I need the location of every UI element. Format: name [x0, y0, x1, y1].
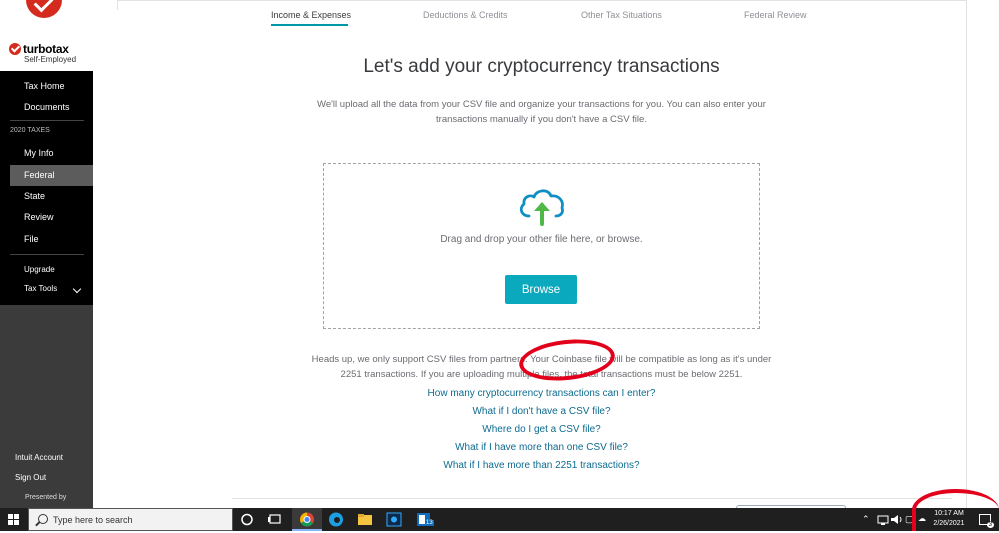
intro-text: We'll upload all the data from your CSV … [317, 99, 766, 125]
faq-link[interactable]: How many cryptocurrency transactions can… [300, 388, 783, 399]
tab-federal-review[interactable]: Federal Review [744, 10, 807, 20]
brand-name: turbotax [23, 42, 69, 56]
dropzone-instructions: Drag and drop your other file here, or b… [440, 234, 643, 245]
faq-link[interactable]: What if I have more than 2251 transactio… [300, 460, 783, 471]
tab-income-expenses[interactable]: Income & Expenses [271, 10, 351, 20]
sidebar-footer: Intuit Account Sign Out Presented by [0, 305, 93, 508]
tab-other-tax-situations[interactable]: Other Tax Situations [581, 10, 662, 20]
volume-icon[interactable] [888, 511, 906, 528]
chevron-down-icon[interactable] [72, 284, 82, 294]
turbotax-app: turbotax Self-Employed Tax Home Document… [0, 0, 999, 509]
search-input[interactable]: Type here to search [53, 515, 133, 525]
chrome-icon [300, 512, 314, 527]
windows-start-icon[interactable] [8, 514, 19, 525]
tab-deductions-credits[interactable]: Deductions & Credits [423, 10, 508, 20]
footer-divider [232, 498, 952, 499]
photoshop-icon[interactable] [385, 511, 403, 528]
sidebar-item-file[interactable]: File [0, 229, 93, 250]
intuit-account-link[interactable]: Intuit Account [15, 453, 63, 462]
main-border-left [117, 0, 118, 10]
faq-link[interactable]: What if I have more than one CSV file? [300, 442, 783, 453]
sidebar-item-state[interactable]: State [0, 186, 93, 207]
logo-area: turbotax Self-Employed [0, 0, 93, 71]
outlook-taskbar-item[interactable]: 13 [414, 511, 436, 528]
chevron-up-icon[interactable]: ⌃ [862, 514, 870, 524]
sidebar-item-federal[interactable]: Federal [10, 165, 93, 186]
main-border-top [118, 0, 967, 1]
cloud-upload-icon [519, 189, 564, 226]
sidebar: turbotax Self-Employed Tax Home Document… [0, 0, 93, 508]
faq-link[interactable]: Where do I get a CSV file? [300, 424, 783, 435]
file-explorer-icon[interactable] [356, 511, 374, 528]
sidebar-item-documents[interactable]: Documents [0, 97, 93, 118]
brand-edition: Self-Employed [24, 55, 77, 64]
main-border-right [966, 0, 967, 508]
sidebar-section-label: 2020 TAXES [10, 127, 50, 134]
outlook-badge: 13 [425, 520, 434, 526]
presented-by-label: Presented by [25, 494, 67, 501]
annotation-mark [912, 489, 999, 531]
turbotax-logo[interactable]: turbotax [9, 42, 69, 56]
faq-link[interactable]: What if I don't have a CSV file? [300, 406, 783, 417]
sidebar-item-tax-tools[interactable]: Tax Tools [24, 284, 57, 293]
cortana-icon[interactable] [238, 511, 256, 528]
sidebar-item-my-info[interactable]: My Info [0, 143, 93, 164]
sidebar-divider [10, 120, 84, 121]
sidebar-item-review[interactable]: Review [0, 207, 93, 228]
sidebar-item-upgrade[interactable]: Upgrade [24, 265, 55, 274]
browse-button[interactable]: Browse [505, 275, 577, 304]
taskbar-active-app[interactable] [292, 508, 322, 531]
page-title: Let's add your cryptocurrency transactio… [363, 56, 720, 77]
file-dropzone[interactable]: Drag and drop your other file here, or b… [323, 163, 760, 329]
windows-taskbar: Type here to search 13 ⌃ ▢ ☁ 10:17 AM 2/… [0, 508, 999, 531]
sign-out-link[interactable]: Sign Out [15, 473, 46, 482]
sidebar-divider [10, 254, 84, 255]
task-view-icon[interactable] [266, 511, 284, 528]
taskbar-search-box[interactable]: Type here to search [28, 508, 233, 531]
edge-icon[interactable] [327, 511, 345, 528]
turbotax-check-icon [9, 43, 21, 55]
active-tab-indicator [271, 24, 348, 26]
search-icon [38, 514, 48, 524]
checkmark-badge-icon [26, 0, 62, 18]
sidebar-item-tax-home[interactable]: Tax Home [0, 76, 93, 97]
